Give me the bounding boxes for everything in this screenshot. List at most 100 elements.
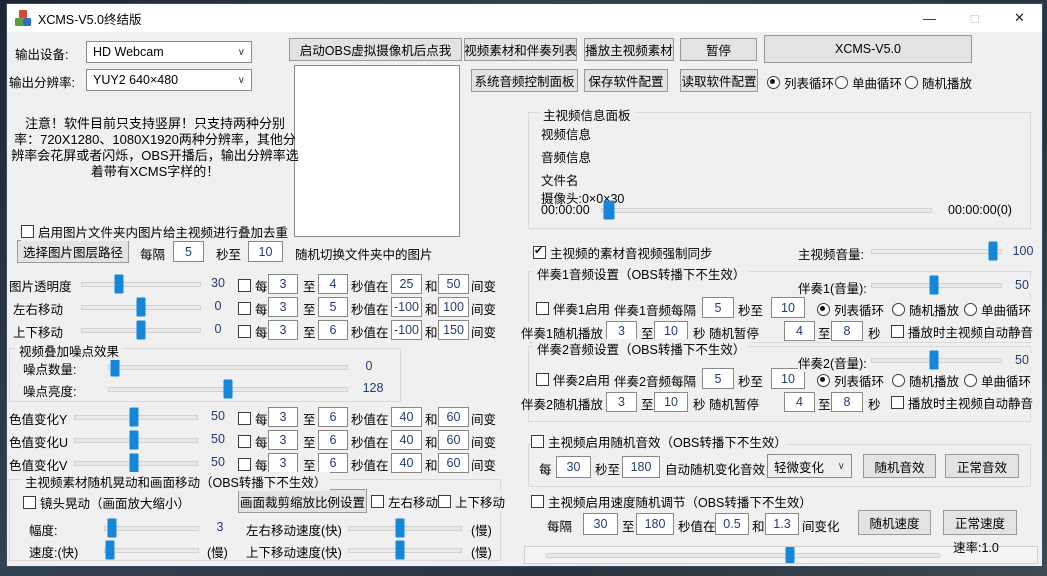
opacity-auto-checkbox[interactable]: 每 (238, 276, 268, 295)
ud-speed-slider[interactable] (348, 540, 462, 560)
accomp2-volume-slider[interactable] (871, 350, 1002, 370)
output-resolution-select[interactable]: YUY2 640×480 ∨ (86, 69, 252, 91)
move-ud-from-input[interactable]: 3 (268, 320, 298, 340)
color-y-max-input[interactable]: 60 (438, 407, 469, 427)
accomp1-mute-checkbox[interactable]: 播放时主视频自动静音 (891, 322, 1033, 341)
sync-checkbox[interactable]: 主视频的素材音视频强制同步 (533, 243, 713, 262)
accomp1-from-input[interactable]: 5 (702, 297, 734, 318)
speed-to-input[interactable]: 180 (636, 513, 674, 535)
slider-thumb[interactable] (107, 519, 116, 538)
color-u-slider[interactable] (74, 430, 198, 450)
lens-shake-checkbox[interactable]: 镜头晃动（画面放大缩小） (23, 493, 190, 512)
play-mode-single-loop[interactable]: 单曲循环 (835, 73, 902, 92)
crop-scale-button[interactable]: 画面裁剪缩放比例设置 (238, 489, 367, 513)
opacity-max-input[interactable]: 50 (438, 274, 469, 294)
video-list-button[interactable]: 视频素材和伴奏列表 (464, 38, 577, 61)
speed-max-input[interactable]: 1.3 (765, 513, 799, 535)
accomp1-rp-from-input[interactable]: 3 (606, 321, 637, 341)
slider-thumb[interactable] (988, 242, 997, 261)
xcms-button[interactable]: XCMS-V5.0 (764, 35, 972, 63)
noise-count-slider[interactable] (108, 357, 348, 377)
color-u-min-input[interactable]: 40 (391, 430, 422, 450)
color-y-auto-checkbox[interactable]: 每 (238, 409, 268, 428)
save-config-button[interactable]: 保存软件配置 (584, 69, 668, 92)
accomp2-enable-checkbox[interactable]: 伴奏2启用 (536, 370, 610, 389)
amp-slider[interactable] (104, 518, 199, 538)
move-ud-slider[interactable] (81, 320, 201, 340)
speed-slider[interactable] (104, 540, 199, 560)
color-y-to-input[interactable]: 6 (318, 407, 348, 427)
choose-image-path-button[interactable]: 选择图片图层路径 (17, 240, 129, 263)
sfx-enable-checkbox[interactable]: 主视频启用随机音效（OBS转播下不生效） (531, 432, 787, 451)
start-obs-button[interactable]: 启动OBS虚拟摄像机后点我 (289, 38, 462, 61)
slider-thumb[interactable] (396, 541, 405, 560)
sfx-mode-select[interactable]: 轻微变化 ∨ (767, 454, 852, 478)
slider-thumb[interactable] (129, 431, 138, 450)
accomp2-mode-random[interactable]: 随机播放 (892, 371, 959, 390)
slider-thumb[interactable] (105, 541, 114, 560)
slider-thumb[interactable] (129, 454, 138, 473)
color-v-max-input[interactable]: 60 (438, 453, 469, 473)
slider-thumb[interactable] (929, 351, 938, 370)
opacity-min-input[interactable]: 25 (391, 274, 422, 294)
accomp2-mode-single[interactable]: 单曲循环 (964, 371, 1031, 390)
accomp2-rp-from-input[interactable]: 3 (606, 392, 637, 412)
move-lr-from-input[interactable]: 3 (268, 297, 298, 317)
accomp2-pause-to-input[interactable]: 8 (831, 392, 863, 412)
move-ud-min-input[interactable]: -100 (391, 320, 422, 340)
close-icon[interactable]: ✕ (997, 4, 1042, 32)
move-lr-max-input[interactable]: 100 (438, 297, 469, 317)
opacity-slider[interactable] (81, 274, 201, 294)
color-v-slider[interactable] (74, 453, 198, 473)
pause-button[interactable]: 暂停 (680, 38, 757, 61)
accomp2-from-input[interactable]: 5 (702, 368, 734, 389)
play-mode-list-loop[interactable]: 列表循环 (767, 73, 834, 92)
minimize-icon[interactable]: — (907, 4, 952, 32)
random-sfx-button[interactable]: 随机音效 (863, 454, 936, 478)
color-u-max-input[interactable]: 60 (438, 430, 469, 450)
color-u-from-input[interactable]: 3 (268, 430, 298, 450)
system-audio-button[interactable]: 系统音频控制面板 (471, 69, 578, 92)
move-lr-slider[interactable] (81, 297, 201, 317)
maximize-icon[interactable]: □ (952, 4, 997, 32)
slider-thumb[interactable] (224, 380, 233, 399)
progress-slider[interactable] (601, 200, 932, 220)
accomp1-pause-from-input[interactable]: 4 (784, 321, 815, 341)
move-lr-to-input[interactable]: 5 (318, 297, 348, 317)
accomp1-mode-list-loop[interactable]: 列表循环 (817, 300, 884, 319)
accomp2-pause-from-input[interactable]: 4 (784, 392, 815, 412)
output-device-select[interactable]: HD Webcam ∨ (86, 41, 252, 63)
slider-thumb[interactable] (137, 321, 146, 340)
slider-thumb[interactable] (137, 298, 146, 317)
noise-bright-slider[interactable] (108, 379, 348, 399)
color-v-auto-checkbox[interactable]: 每 (238, 455, 268, 474)
play-main-button[interactable]: 播放主视频素材 (584, 38, 674, 61)
speed-min-input[interactable]: 0.5 (715, 513, 749, 535)
overlay-from-input[interactable]: 5 (173, 241, 204, 262)
random-speed-button[interactable]: 随机速度 (858, 510, 931, 535)
lr-speed-slider[interactable] (348, 518, 462, 538)
normal-sfx-button[interactable]: 正常音效 (945, 454, 1019, 478)
material-listbox[interactable] (294, 65, 460, 237)
shake-ud-checkbox[interactable]: 上下移动 (438, 492, 505, 511)
sfx-from-input[interactable]: 30 (556, 456, 591, 478)
slider-thumb[interactable] (115, 275, 124, 294)
accomp1-to-input[interactable]: 10 (771, 297, 805, 318)
move-lr-min-input[interactable]: -100 (391, 297, 422, 317)
accomp2-mute-checkbox[interactable]: 播放时主视频自动静音 (891, 393, 1033, 412)
slider-thumb[interactable] (786, 547, 795, 563)
speed-from-input[interactable]: 30 (583, 513, 618, 535)
move-lr-auto-checkbox[interactable]: 每 (238, 299, 268, 318)
opacity-to-input[interactable]: 4 (318, 274, 348, 294)
slider-thumb[interactable] (604, 201, 615, 220)
normal-speed-button[interactable]: 正常速度 (943, 510, 1017, 535)
color-v-from-input[interactable]: 3 (268, 453, 298, 473)
speed-enable-checkbox[interactable]: 主视频启用速度随机调节（OBS转播下不生效） (531, 492, 812, 511)
move-ud-to-input[interactable]: 6 (318, 320, 348, 340)
shake-lr-checkbox[interactable]: 左右移动 (371, 492, 438, 511)
accomp1-mode-random[interactable]: 随机播放 (892, 300, 959, 319)
color-y-from-input[interactable]: 3 (268, 407, 298, 427)
main-volume-slider[interactable] (871, 241, 1002, 261)
accomp2-rp-to-input[interactable]: 10 (654, 392, 688, 412)
speed-rate-slider[interactable] (546, 545, 940, 565)
